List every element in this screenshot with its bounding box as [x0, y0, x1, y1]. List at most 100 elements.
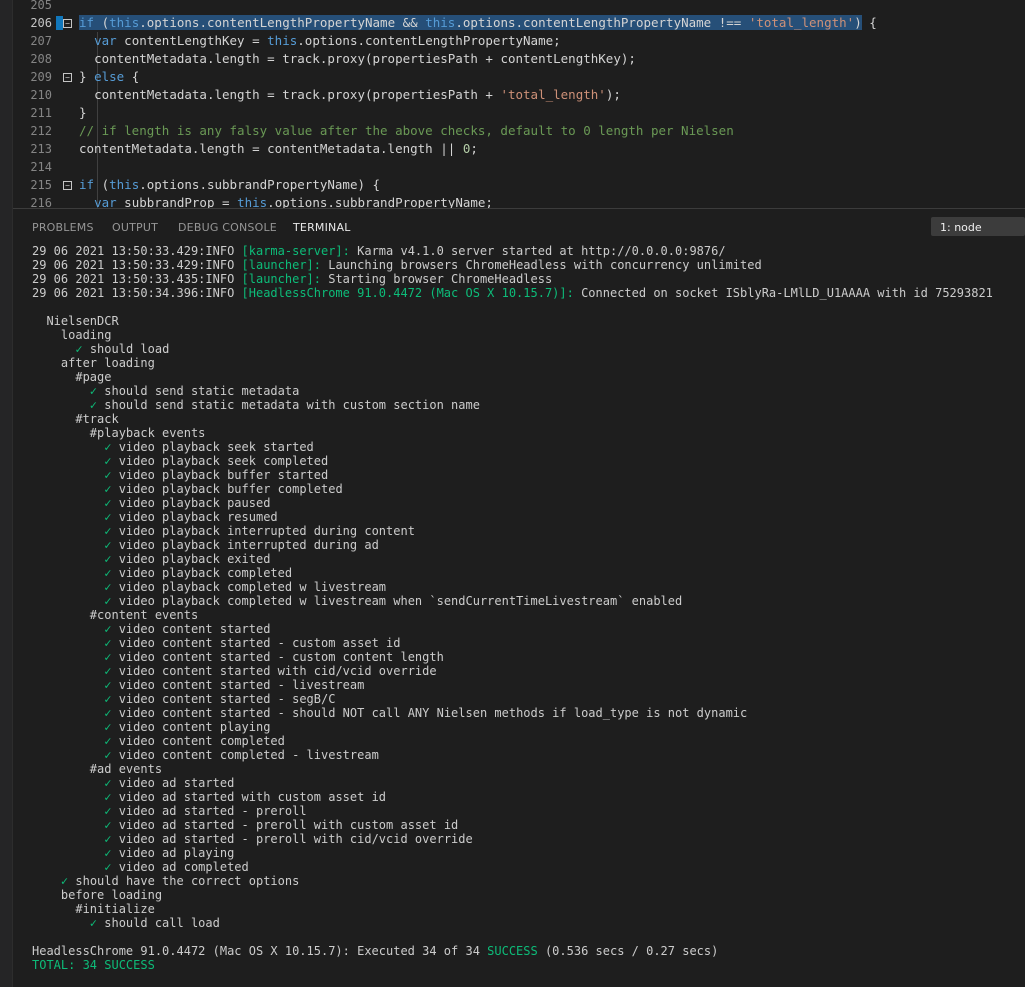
terminal-line: ✓ should load	[75, 342, 170, 356]
terminal-selector[interactable]: 1: node	[931, 217, 1025, 236]
terminal-line: ✓ video ad started - preroll with custom…	[104, 818, 459, 832]
terminal-line: ✓ video ad playing	[104, 846, 235, 860]
terminal-line: ✓ video content started - should NOT cal…	[104, 706, 748, 720]
terminal-line: ✓ video ad started	[104, 776, 235, 790]
terminal-line: before loading	[32, 888, 163, 902]
terminal-line: ✓ video playback completed	[104, 566, 293, 580]
code-line[interactable]: 214	[0, 158, 1025, 176]
code-line[interactable]: 215 if (this.options.subbrandPropertyName…	[0, 176, 1025, 194]
line-number: 208	[30, 52, 52, 66]
terminal-line: TOTAL: 34 SUCCESS	[32, 958, 155, 972]
current-line-marker	[56, 16, 63, 30]
terminal-line: ✓ video playback resumed	[104, 510, 278, 524]
tab-problems[interactable]: PROBLEMS	[32, 221, 94, 234]
code-line[interactable]: 210 contentMetadata.length = track.proxy…	[0, 86, 1025, 104]
code-line[interactable]: 206 if (this.options.contentLengthPropert…	[0, 14, 1025, 32]
terminal-line: ✓ video content started - segB/C	[104, 692, 336, 706]
line-number: 212	[30, 124, 52, 138]
terminal-line: ✓ should have the correct options	[60, 874, 300, 888]
terminal-line: loading	[32, 328, 112, 342]
terminal-line: NielsenDCR	[32, 314, 119, 328]
terminal-line: after loading	[32, 356, 155, 370]
code-line[interactable]: 208 contentMetadata.length = track.proxy…	[0, 50, 1025, 68]
line-number: 215	[30, 178, 52, 192]
terminal-line: 29 06 2021 13:50:33.435:INFO [launcher]:…	[32, 272, 553, 286]
terminal-line: #content events	[32, 608, 199, 622]
tab-terminal[interactable]: TERMINAL	[293, 221, 351, 234]
line-number: 210	[30, 88, 52, 102]
code-text: // if length is any falsy value after th…	[79, 123, 734, 138]
tab-debug-console[interactable]: DEBUG CONSOLE	[178, 221, 277, 234]
terminal-line: ✓ video content playing	[104, 720, 271, 734]
code-line[interactable]: 211}	[0, 104, 1025, 122]
terminal-line: ✓ video ad started - preroll	[104, 804, 307, 818]
terminal-line: ✓ video playback interrupted during cont…	[104, 524, 415, 538]
terminal-line: ✓ video content completed	[104, 734, 285, 748]
terminal-line: ✓ video content started - custom asset i…	[104, 636, 401, 650]
terminal-line: ✓ video content started - livestream	[104, 678, 365, 692]
terminal-line: HeadlessChrome 91.0.4472 (Mac OS X 10.15…	[32, 944, 719, 958]
terminal-line: ✓ should send static metadata	[89, 384, 300, 398]
line-number: 214	[30, 160, 52, 174]
line-number: 216	[30, 196, 52, 208]
terminal-line: #playback events	[32, 426, 206, 440]
terminal-line: ✓ video ad completed	[104, 860, 249, 874]
terminal-line: 29 06 2021 13:50:34.396:INFO [HeadlessCh…	[32, 286, 993, 300]
terminal-line: ✓ video playback completed w livestream …	[104, 594, 683, 608]
panel-tab-bar: PROBLEMS OUTPUT DEBUG CONSOLE TERMINAL	[12, 208, 1025, 247]
terminal-line: ✓ video playback exited	[104, 552, 271, 566]
code-line[interactable]: 207 var contentLengthKey = this.options.…	[0, 32, 1025, 50]
code-text: contentMetadata.length = track.proxy(pro…	[94, 51, 636, 66]
fold-toggle-icon[interactable]	[63, 19, 72, 28]
code-editor[interactable]: 205 206 if (this.options.contentLengthProp…	[0, 0, 1025, 208]
code-text: } else {	[79, 69, 140, 84]
code-text: var contentLengthKey = this.options.cont…	[94, 33, 561, 48]
terminal-line: ✓ should send static metadata with custo…	[89, 398, 480, 412]
code-line[interactable]: 216 var subbrandProp = this.options.subb…	[0, 194, 1025, 208]
terminal-line: ✓ should call load	[89, 916, 220, 930]
line-number: 205	[30, 0, 52, 12]
terminal-line: ✓ video playback completed w livestream	[104, 580, 387, 594]
terminal-output[interactable]: 29 06 2021 13:50:33.429:INFO [karma-serv…	[32, 244, 1022, 972]
code-text: }	[79, 105, 87, 120]
line-number: 213	[30, 142, 52, 156]
terminal-line: ✓ video playback buffer completed	[104, 482, 343, 496]
terminal-line: ✓ video playback seek started	[104, 440, 314, 454]
code-line[interactable]: 213 contentMetadata.length = contentMetad…	[0, 140, 1025, 158]
code-text: if (this.options.contentLengthPropertyNa…	[79, 15, 877, 30]
code-text: if (this.options.subbrandPropertyName) {	[79, 177, 381, 192]
terminal-line: ✓ video playback seek completed	[104, 454, 329, 468]
terminal-line: 29 06 2021 13:50:33.429:INFO [karma-serv…	[32, 244, 726, 258]
terminal-line: ✓ video content started - custom content…	[104, 650, 444, 664]
line-number: 207	[30, 34, 52, 48]
terminal-line: #ad events	[32, 762, 163, 776]
code-line[interactable]: 205	[0, 0, 1025, 14]
tab-output[interactable]: OUTPUT	[112, 221, 158, 234]
terminal-line: ✓ video content started	[104, 622, 271, 636]
terminal-line: #page	[32, 370, 112, 384]
terminal-line: 29 06 2021 13:50:33.429:INFO [launcher]:…	[32, 258, 762, 272]
code-text: var subbrandProp = this.options.subbrand…	[94, 195, 493, 208]
code-line[interactable]: 209 } else {	[0, 68, 1025, 86]
selection-highlight: if (this.options.contentLengthPropertyNa…	[79, 15, 862, 30]
fold-toggle-icon[interactable]	[63, 181, 72, 190]
code-line[interactable]: 212 // if length is any falsy value after…	[0, 122, 1025, 140]
fold-toggle-icon[interactable]	[63, 73, 72, 82]
terminal-line: ✓ video ad started - preroll with cid/vc…	[104, 832, 473, 846]
code-text: contentMetadata.length = contentMetadata…	[79, 141, 478, 156]
line-number: 211	[30, 106, 52, 120]
activity-strip	[0, 0, 13, 987]
terminal-line: ✓ video content started with cid/vcid ov…	[104, 664, 437, 678]
line-number: 206	[30, 16, 52, 30]
terminal-line: ✓ video playback paused	[104, 496, 271, 510]
code-text: contentMetadata.length = track.proxy(pro…	[94, 87, 621, 102]
terminal-line: #initialize	[32, 902, 155, 916]
terminal-line: ✓ video playback interrupted during ad	[104, 538, 379, 552]
terminal-line: #track	[32, 412, 119, 426]
line-number: 209	[30, 70, 52, 84]
terminal-line: ✓ video content completed - livestream	[104, 748, 379, 762]
terminal-line: ✓ video ad started with custom asset id	[104, 790, 387, 804]
terminal-line: ✓ video playback buffer started	[104, 468, 329, 482]
